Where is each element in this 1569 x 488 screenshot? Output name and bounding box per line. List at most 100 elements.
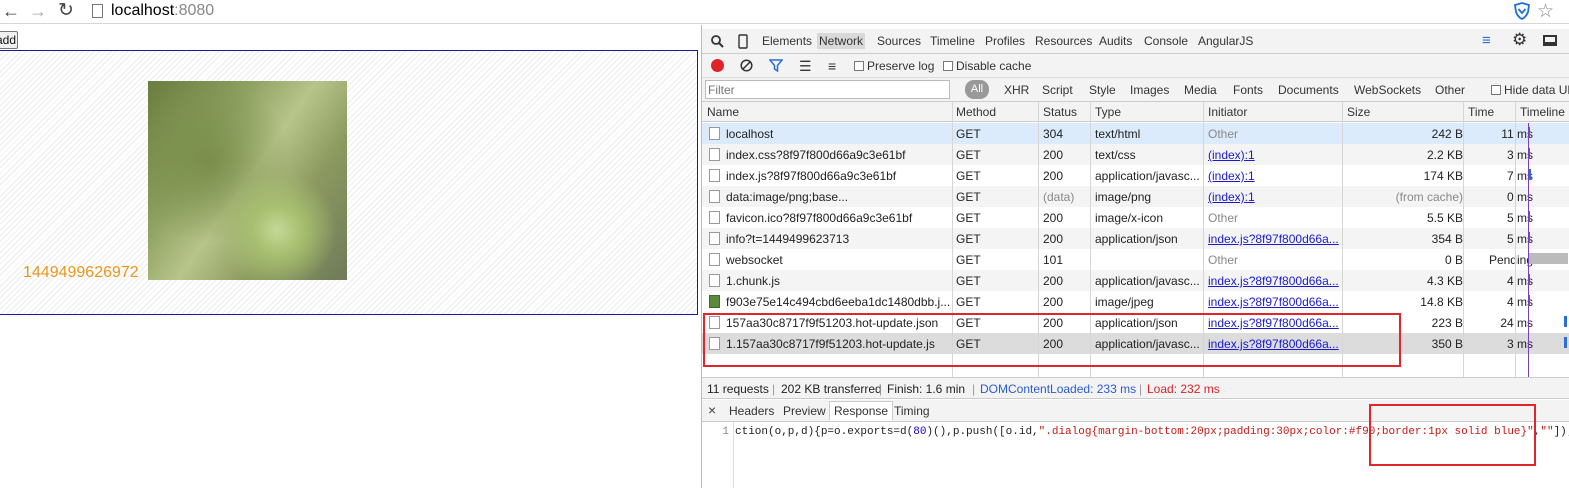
- hide-data-url-label: Hide data URL: [1504, 83, 1569, 97]
- request-name: localhost: [726, 127, 774, 141]
- large-rows-icon[interactable]: ☰: [799, 58, 812, 75]
- tab-timing[interactable]: Timing: [894, 404, 930, 418]
- tab-timeline[interactable]: Timeline: [930, 34, 975, 48]
- request-method: GET: [956, 337, 981, 351]
- table-row[interactable]: 1.157aa30c8717f9f51203.hot-update.js GET 2…: [702, 333, 1569, 354]
- request-initiator[interactable]: index.js?8f97f800d66a...: [1208, 295, 1340, 309]
- tab-resources[interactable]: Resources: [1035, 34, 1092, 48]
- tab-elements[interactable]: Elements: [762, 34, 812, 48]
- column-divider: [952, 102, 953, 377]
- request-initiator[interactable]: index.js?8f97f800d66a...: [1208, 232, 1340, 246]
- request-initiator[interactable]: index.js?8f97f800d66a...: [1208, 337, 1340, 351]
- disable-cache-checkbox[interactable]: Disable cache: [943, 59, 1031, 73]
- tab-network[interactable]: Network: [817, 33, 866, 49]
- column-header-timeline[interactable]: Timeline: [1520, 105, 1565, 119]
- tab-preview[interactable]: Preview: [783, 404, 826, 418]
- record-icon[interactable]: [711, 59, 724, 72]
- table-row[interactable]: 157aa30c8717f9f51203.hot-update.json GET 2…: [702, 312, 1569, 333]
- inspect-search-icon[interactable]: [711, 35, 724, 48]
- checkbox-box[interactable]: [1491, 85, 1501, 95]
- type-filter-all[interactable]: All: [965, 80, 989, 99]
- type-filter-style[interactable]: Style: [1089, 83, 1116, 97]
- request-name: data:image/png;base...: [726, 190, 849, 204]
- type-filter-xhr[interactable]: XHR: [1004, 83, 1029, 97]
- type-filter-websockets[interactable]: WebSockets: [1354, 83, 1421, 97]
- dock-side-icon[interactable]: [1543, 35, 1557, 46]
- back-arrow-icon[interactable]: ←: [2, 2, 20, 20]
- column-divider: [1463, 102, 1464, 377]
- preserve-log-checkbox[interactable]: Preserve log: [854, 59, 934, 73]
- shield-extension-icon[interactable]: [1514, 2, 1530, 20]
- summary-separator: |: [772, 382, 776, 396]
- tab-audits[interactable]: Audits: [1099, 34, 1132, 48]
- bookmark-star-icon[interactable]: ☆: [1537, 0, 1554, 23]
- table-row[interactable]: f903e75e14c494cbd6eeba1dc1480dbb.j... GET…: [702, 291, 1569, 312]
- table-row[interactable]: localhost GET 304 text/html Other 242 B 11 ms: [702, 123, 1569, 144]
- address-bar[interactable]: localhost:8080: [111, 2, 214, 20]
- response-code-line[interactable]: ction(o,p,d){p=o.exports=d(80)(),p.push(…: [735, 426, 1569, 438]
- type-filter-images[interactable]: Images: [1130, 83, 1169, 97]
- table-row[interactable]: data:image/png;base... GET (data) image/png…: [702, 186, 1569, 207]
- close-detail-icon[interactable]: ×: [708, 402, 716, 418]
- settings-gear-icon[interactable]: ⚙: [1512, 30, 1527, 50]
- response-viewer[interactable]: 1 ction(o,p,d){p=o.exports=d(80)(),p.pus…: [702, 422, 1569, 488]
- request-size: 350 B: [1431, 337, 1463, 351]
- column-header-initiator[interactable]: Initiator: [1208, 105, 1247, 119]
- tab-headers[interactable]: Headers: [729, 404, 774, 418]
- request-name: 1.157aa30c8717f9f51203.hot-update.js: [726, 337, 935, 351]
- reload-icon[interactable]: ↻: [58, 1, 74, 20]
- tab-response[interactable]: Response: [829, 401, 894, 421]
- show-drawer-icon[interactable]: ≡: [1482, 32, 1491, 49]
- request-initiator[interactable]: index.js?8f97f800d66a...: [1208, 274, 1340, 288]
- request-method: GET: [956, 169, 981, 183]
- request-method: GET: [956, 316, 981, 330]
- tab-angularjs[interactable]: AngularJS: [1198, 34, 1253, 48]
- request-size: 223 B: [1431, 316, 1463, 330]
- file-icon: [709, 148, 720, 161]
- add-button[interactable]: add: [0, 31, 18, 49]
- request-status: 200: [1043, 337, 1064, 351]
- checkbox-box[interactable]: [943, 61, 953, 71]
- type-filter-other[interactable]: Other: [1435, 83, 1465, 97]
- request-initiator[interactable]: index.js?8f97f800d66a...: [1208, 316, 1340, 330]
- type-filter-media[interactable]: Media: [1184, 83, 1217, 97]
- tab-sources[interactable]: Sources: [877, 34, 921, 48]
- filter-icon[interactable]: [769, 59, 783, 72]
- column-header-size[interactable]: Size: [1347, 105, 1370, 119]
- request-initiator[interactable]: (index):1: [1208, 169, 1340, 183]
- column-header-method[interactable]: Method: [956, 105, 996, 119]
- summary-separator: |: [879, 382, 883, 396]
- column-header-type[interactable]: Type: [1095, 105, 1121, 119]
- clear-icon[interactable]: [740, 59, 753, 72]
- tab-profiles[interactable]: Profiles: [985, 34, 1025, 48]
- checkbox-box[interactable]: [854, 61, 864, 71]
- request-size: (from cache): [1395, 190, 1463, 204]
- table-row[interactable]: info?t=1449499623713 GET 200 application/js…: [702, 228, 1569, 249]
- waterfall-bar: [1564, 316, 1567, 327]
- type-filter-documents[interactable]: Documents: [1278, 83, 1339, 97]
- request-status: 200: [1043, 232, 1064, 246]
- type-filter-fonts[interactable]: Fonts: [1233, 83, 1263, 97]
- table-row[interactable]: websocket GET 101 Other 0 B Pending: [702, 249, 1569, 270]
- device-mode-icon[interactable]: [738, 34, 748, 49]
- column-header-name[interactable]: Name: [707, 105, 739, 119]
- request-status: 200: [1043, 169, 1064, 183]
- type-filter-script[interactable]: Script: [1042, 83, 1073, 97]
- column-header-status[interactable]: Status: [1043, 105, 1077, 119]
- browser-toolbar: ← → ↻ localhost:8080 ☆: [0, 0, 1569, 24]
- table-row[interactable]: 1.chunk.js GET 200 application/javasc... ind…: [702, 270, 1569, 291]
- filter-input[interactable]: [705, 80, 950, 99]
- table-row[interactable]: index.js?8f97f800d66a9c3e61bf GET 200 appli…: [702, 165, 1569, 186]
- tab-console[interactable]: Console: [1144, 34, 1188, 48]
- request-initiator[interactable]: (index):1: [1208, 148, 1340, 162]
- request-type: application/json: [1095, 316, 1178, 330]
- table-row[interactable]: index.css?8f97f800d66a9c3e61bf GET 200 text…: [702, 144, 1569, 165]
- forward-arrow-icon[interactable]: →: [29, 2, 47, 20]
- hide-data-url-checkbox[interactable]: Hide data URL: [1491, 83, 1569, 97]
- column-header-time[interactable]: Time: [1468, 105, 1494, 119]
- overview-icon[interactable]: ≡: [828, 58, 836, 74]
- request-size: 2.2 KB: [1426, 148, 1463, 162]
- table-row[interactable]: favicon.ico?8f97f800d66a9c3e61bf GET 200 im…: [702, 207, 1569, 228]
- request-type: image/png: [1095, 190, 1152, 204]
- request-initiator[interactable]: (index):1: [1208, 190, 1340, 204]
